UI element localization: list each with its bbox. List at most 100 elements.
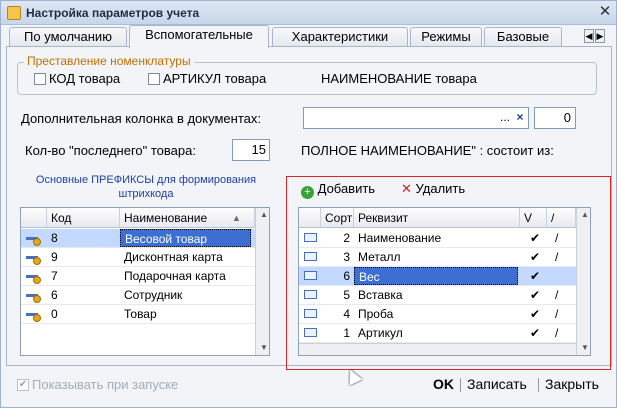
requisites-header: Сорт Реквизит V /	[299, 208, 576, 228]
table-row[interactable]: 8 Весовой товар	[21, 229, 255, 248]
prefix-icon	[26, 253, 41, 265]
separator	[460, 378, 461, 392]
close-button[interactable]: Закрыть	[545, 376, 599, 392]
requisites-hscrollbar[interactable]	[299, 343, 576, 355]
tab-scroll-right-icon[interactable]: ▶	[595, 29, 605, 43]
delete-button[interactable]: ✕ Удалить	[401, 181, 465, 197]
show-on-start-label: Показывать при запуске	[32, 377, 179, 392]
table-row[interactable]: 5 Вставка ✔ /	[299, 286, 576, 305]
requisite-slash[interactable]: /	[551, 229, 558, 247]
table-row[interactable]: 9 Дисконтная карта	[21, 248, 255, 267]
requisite-name: Наименование	[358, 231, 442, 245]
tab-modes[interactable]: Режимы	[410, 27, 482, 47]
requisite-name: Металл	[358, 250, 401, 264]
prefix-name: Товар	[124, 307, 157, 321]
scroll-up-icon[interactable]: ▲	[577, 208, 590, 222]
requisite-v[interactable]: ✔	[526, 267, 540, 285]
last-count-input[interactable]: 15	[232, 139, 270, 161]
tab-bar: По умолчанию Вспомогательные Характерист…	[6, 25, 614, 48]
extra-column-field[interactable]	[303, 107, 529, 129]
requisite-slash[interactable]: /	[551, 324, 558, 342]
prefixes-scrollbar[interactable]: ▲ ▼	[255, 208, 269, 355]
prefix-name: Дисконтная карта	[124, 250, 223, 264]
close-icon[interactable]: ✕	[597, 3, 613, 21]
requisite-icon	[304, 252, 317, 261]
last-count-label: Кол-во "последнего" товара:	[25, 143, 196, 158]
table-row[interactable]: 6 Сотрудник	[21, 286, 255, 305]
sort-asc-icon: ▲	[232, 213, 241, 223]
ellipsis-button[interactable]: ...	[498, 108, 512, 128]
delete-icon: ✕	[401, 181, 412, 196]
requisite-v[interactable]: ✔	[526, 248, 540, 266]
full-name-label: ПОЛНОЕ НАИМЕНОВАНИЕ" : состоит из:	[301, 143, 554, 158]
prefix-code: 7	[51, 269, 58, 283]
prefix-code: 8	[51, 231, 58, 245]
header-slash[interactable]: /	[547, 208, 576, 228]
scroll-up-icon[interactable]: ▲	[256, 208, 269, 222]
name-label: НАИМЕНОВАНИЕ товара	[321, 71, 477, 86]
requisite-sort: 5	[343, 288, 350, 302]
prefix-name: Подарочная карта	[124, 269, 226, 283]
table-row[interactable]: 3 Металл ✔ /	[299, 248, 576, 267]
extra-column-label: Дополнительная колонка в документах:	[21, 111, 261, 126]
header-code[interactable]: Код	[47, 208, 120, 228]
add-button[interactable]: + Добавить	[301, 181, 375, 199]
requisite-slash[interactable]: /	[551, 248, 558, 266]
scroll-down-icon[interactable]: ▼	[256, 341, 269, 355]
ok-button[interactable]: OK	[433, 376, 454, 392]
articul-label: АРТИКУЛ товара	[163, 71, 267, 86]
requisite-sort: 1	[343, 326, 350, 340]
add-icon: +	[301, 186, 314, 199]
header-name-label: Наименование	[124, 211, 208, 225]
header-requisite[interactable]: Реквизит	[354, 208, 520, 228]
tab-default[interactable]: По умолчанию	[9, 27, 127, 47]
requisite-v[interactable]: ✔	[526, 324, 540, 342]
requisites-table: Сорт Реквизит V / 2 Наименование ✔ / 3 М…	[298, 207, 591, 356]
extra-column-count[interactable]: 0	[534, 107, 576, 129]
requisite-v[interactable]: ✔	[526, 286, 540, 304]
requisite-slash[interactable]: /	[551, 305, 558, 323]
prefix-icon	[26, 272, 41, 284]
requisite-slash[interactable]	[551, 267, 555, 285]
requisite-v[interactable]: ✔	[526, 229, 540, 247]
show-on-start-checkbox[interactable]: ✔	[17, 379, 29, 391]
header-name[interactable]: Наименование ▲	[120, 208, 255, 228]
tab-scroll-left-icon[interactable]: ◀	[584, 29, 594, 43]
table-row[interactable]: 0 Товар	[21, 305, 255, 324]
prefix-icon	[26, 310, 41, 322]
requisites-header-icon-col	[299, 208, 321, 228]
header-sort[interactable]: Сорт	[321, 208, 354, 228]
articul-checkbox[interactable]	[148, 73, 160, 85]
app-icon	[7, 6, 21, 20]
header-v[interactable]: V	[520, 208, 547, 228]
kod-checkbox[interactable]	[34, 73, 46, 85]
prefix-code: 0	[51, 307, 58, 321]
prefix-code: 9	[51, 250, 58, 264]
requisite-slash[interactable]: /	[551, 286, 558, 304]
tab-characteristics[interactable]: Характеристики	[272, 27, 408, 47]
separator	[538, 378, 539, 392]
requisite-name: Артикул	[358, 326, 403, 340]
table-row[interactable]: 6 Вес ✔	[299, 267, 576, 286]
table-row[interactable]: 7 Подарочная карта	[21, 267, 255, 286]
tab-base[interactable]: Базовые	[484, 27, 562, 47]
requisite-sort: 3	[343, 250, 350, 264]
table-row[interactable]: 4 Проба ✔ /	[299, 305, 576, 324]
prefix-icon	[26, 234, 41, 246]
table-row[interactable]: 2 Наименование ✔ /	[299, 229, 576, 248]
prefixes-header: Код Наименование ▲	[21, 208, 255, 228]
requisite-v[interactable]: ✔	[526, 305, 540, 323]
requisite-icon	[304, 233, 317, 242]
prefix-name: Весовой товар	[120, 229, 251, 247]
save-button[interactable]: Записать	[467, 376, 527, 392]
requisite-sort: 2	[343, 231, 350, 245]
settings-window: Настройка параметров учета ✕ По умолчани…	[0, 0, 617, 408]
clear-icon[interactable]: ×	[513, 108, 527, 128]
requisites-scrollbar[interactable]: ▲ ▼	[576, 208, 590, 355]
requisite-sort: 6	[343, 269, 350, 283]
table-row[interactable]: 1 Артикул ✔ /	[299, 324, 576, 343]
tab-auxiliary[interactable]: Вспомогательные	[129, 25, 269, 48]
requisite-icon	[304, 271, 317, 280]
add-label: Добавить	[317, 181, 376, 196]
scroll-down-icon[interactable]: ▼	[577, 341, 590, 355]
